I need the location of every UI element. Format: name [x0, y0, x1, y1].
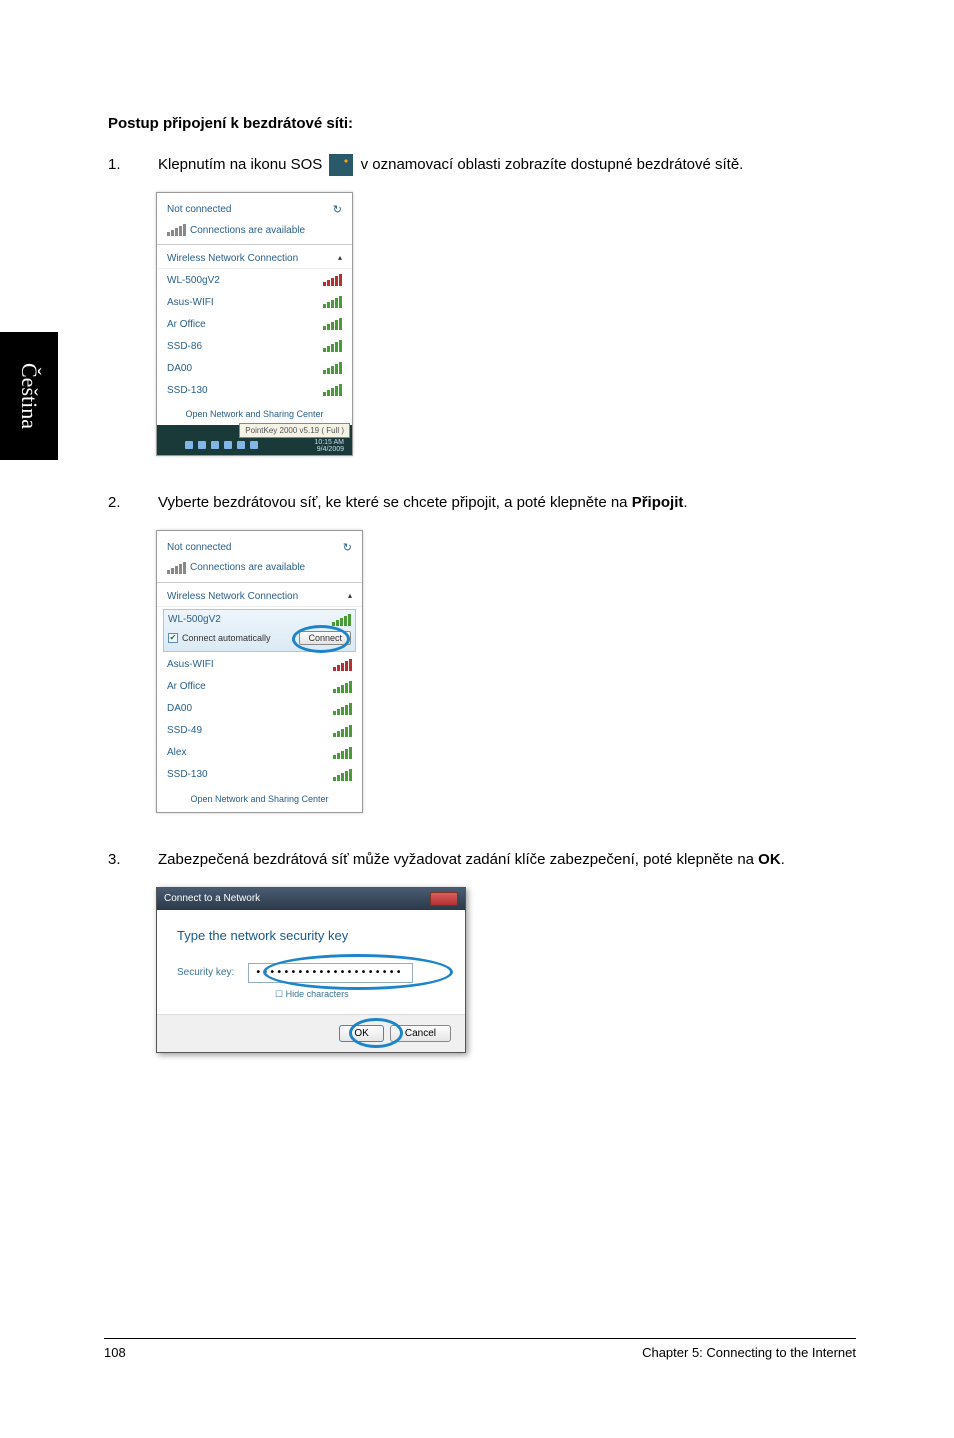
page-number: 108	[104, 1345, 126, 1360]
signal-icon	[333, 769, 352, 781]
signal-icon	[323, 296, 342, 308]
expand-icon[interactable]: ▴	[338, 253, 342, 264]
screenshot-1: Not connected ↻ Connections are availabl…	[156, 192, 856, 456]
signal-icon	[167, 224, 186, 236]
hide-chars-checkbox[interactable]: Hide characters	[275, 989, 349, 1000]
wireless-section-header: Wireless Network Connection	[167, 253, 298, 264]
dialog-title: Connect to a Network	[164, 893, 260, 904]
screenshot-2: Not connected ↻ Connections are availabl…	[156, 530, 856, 813]
signal-icon	[333, 725, 352, 737]
network-item[interactable]: Asus-WIFI	[157, 654, 362, 676]
screenshot-3: Connect to a Network Type the network se…	[156, 887, 856, 1053]
signal-icon	[332, 614, 351, 626]
section-heading: Postup připojení k bezdrátové síti:	[108, 115, 856, 132]
network-item[interactable]: DA00	[157, 698, 362, 720]
network-item[interactable]: Ar Office	[157, 313, 352, 335]
signal-icon	[333, 659, 352, 671]
taskbar: PointKey 2000 v5.19 ( Full ) 10:15 AM9/4…	[157, 425, 352, 455]
network-item[interactable]: SSD-130	[157, 379, 352, 401]
step-text: Zabezpečená bezdrátová síť může vyžadova…	[158, 849, 856, 871]
ok-button[interactable]: OK	[339, 1025, 383, 1042]
step-number: 1.	[108, 154, 158, 176]
signal-icon	[333, 681, 352, 693]
signal-icon	[323, 318, 342, 330]
refresh-icon[interactable]: ↻	[343, 541, 352, 554]
tooltip: PointKey 2000 v5.19 ( Full )	[239, 423, 350, 438]
signal-icon	[323, 384, 342, 396]
network-item[interactable]: SSD-86	[157, 335, 352, 357]
expand-icon[interactable]: ▴	[348, 591, 352, 602]
connect-auto-checkbox[interactable]: ✔	[168, 633, 178, 643]
connect-button[interactable]: Connect	[299, 631, 351, 645]
network-item[interactable]: SSD-130	[157, 764, 362, 786]
dialog-heading: Type the network security key	[177, 928, 445, 943]
network-item[interactable]: Asus-WIFI	[157, 291, 352, 313]
wireless-section-header: Wireless Network Connection	[167, 591, 298, 602]
signal-icon	[323, 340, 342, 352]
network-item[interactable]: SSD-49	[157, 720, 362, 742]
status-text: Not connected	[167, 542, 232, 553]
step-text: Vyberte bezdrátovou síť, ke které se chc…	[158, 492, 856, 514]
signal-icon	[323, 362, 342, 374]
security-key-input[interactable]	[248, 963, 413, 983]
refresh-icon[interactable]: ↻	[333, 203, 342, 216]
language-tab: Čeština	[0, 332, 58, 460]
network-item[interactable]: Ar Office	[157, 676, 362, 698]
sos-tray-icon	[329, 154, 353, 176]
open-sharing-center-link[interactable]: Open Network and Sharing Center	[157, 786, 362, 812]
network-item[interactable]: DA00	[157, 357, 352, 379]
status-text: Not connected	[167, 204, 232, 215]
step-text: Klepnutím na ikonu SOS v oznamovací obla…	[158, 154, 856, 176]
signal-icon	[333, 747, 352, 759]
cancel-button[interactable]: Cancel	[390, 1025, 451, 1042]
security-key-label: Security key:	[177, 967, 234, 978]
step-number: 2.	[108, 492, 158, 514]
step-number: 3.	[108, 849, 158, 871]
network-item[interactable]: Alex	[157, 742, 362, 764]
signal-icon	[333, 703, 352, 715]
connect-auto-label: Connect automatically	[182, 633, 271, 643]
chapter-title: Chapter 5: Connecting to the Internet	[642, 1345, 856, 1360]
signal-icon	[323, 274, 342, 286]
network-item[interactable]: WL-500gV2	[157, 269, 352, 291]
selected-network[interactable]: WL-500gV2 ✔ Connect automatically Connec…	[163, 609, 356, 652]
close-button[interactable]	[430, 892, 458, 906]
signal-icon	[167, 562, 186, 574]
